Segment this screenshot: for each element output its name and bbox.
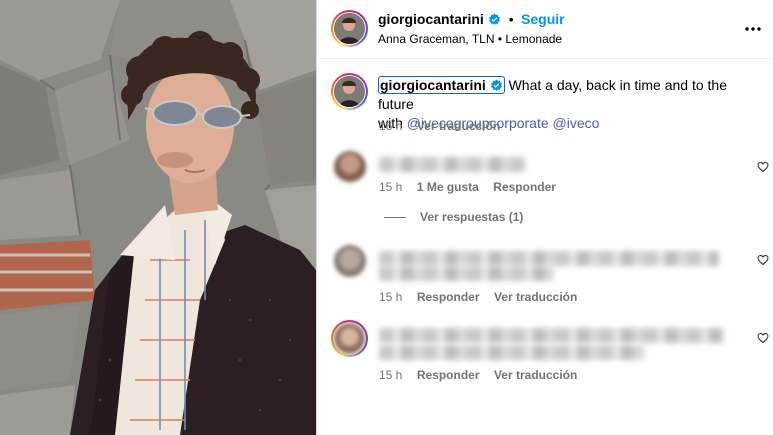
post-details-panel: giorgiocantarini • Seguir Anna Graceman,…: [316, 0, 773, 435]
comment-meta: 15 h Responder Ver traducción: [379, 288, 577, 306]
comment-reply-button[interactable]: Responder: [417, 368, 480, 382]
caption-time[interactable]: 16 h: [379, 119, 402, 133]
comment-text-redacted: [379, 251, 719, 266]
audio-info[interactable]: Anna Graceman, TLN • Lemonade: [378, 32, 562, 46]
caption-avatar[interactable]: [331, 73, 368, 110]
comment-time[interactable]: 15 h: [379, 290, 402, 304]
post-image: [0, 0, 316, 435]
avatar-image: [334, 13, 365, 44]
heart-icon[interactable]: [757, 254, 769, 266]
comment-time[interactable]: 15 h: [379, 368, 402, 382]
header-user-row: giorgiocantarini • Seguir: [378, 11, 565, 29]
heart-icon[interactable]: [757, 161, 769, 173]
follow-button[interactable]: Seguir: [521, 11, 565, 27]
comment-text-redacted: [379, 345, 644, 360]
comment-avatar[interactable]: [334, 151, 366, 183]
post-header: giorgiocantarini • Seguir Anna Graceman,…: [317, 0, 773, 59]
comment-avatar[interactable]: [334, 245, 366, 277]
comment-text-redacted: [379, 328, 724, 343]
comment-meta: 15 h Responder Ver traducción: [379, 366, 577, 384]
author-username[interactable]: giorgiocantarini: [378, 11, 484, 27]
comment-translate-button[interactable]: Ver traducción: [494, 368, 577, 382]
comment-reply-button[interactable]: Responder: [493, 180, 556, 194]
header-separator: •: [508, 11, 514, 27]
comment-avatar[interactable]: [331, 320, 368, 357]
view-replies-button[interactable]: Ver respuestas (1): [420, 210, 523, 224]
comment-time[interactable]: 15 h: [379, 180, 402, 194]
comment-likes[interactable]: 1 Me gusta: [417, 180, 479, 194]
caption-translate-button[interactable]: Ver traducción: [417, 119, 500, 133]
author-avatar[interactable]: [331, 10, 368, 47]
comment-text-redacted: [379, 266, 554, 281]
post-photo[interactable]: [0, 0, 316, 435]
more-options-icon[interactable]: [743, 19, 763, 39]
replies-divider: [384, 217, 406, 218]
caption-meta: 16 h Ver traducción: [379, 117, 500, 135]
verified-badge-icon: [489, 13, 501, 25]
heart-icon[interactable]: [757, 332, 769, 344]
comment-translate-button[interactable]: Ver traducción: [494, 290, 577, 304]
mention-iveco[interactable]: @iveco: [553, 115, 600, 131]
comment-reply-button[interactable]: Responder: [417, 290, 480, 304]
comment-text-redacted: [379, 157, 525, 172]
comment-meta: 15 h 1 Me gusta Responder: [379, 178, 556, 196]
verified-badge-icon: [490, 79, 502, 91]
avatar-image: [334, 76, 365, 107]
caption-username[interactable]: giorgiocantarini: [380, 77, 486, 93]
caption-user-chip[interactable]: giorgiocantarini: [378, 76, 505, 94]
